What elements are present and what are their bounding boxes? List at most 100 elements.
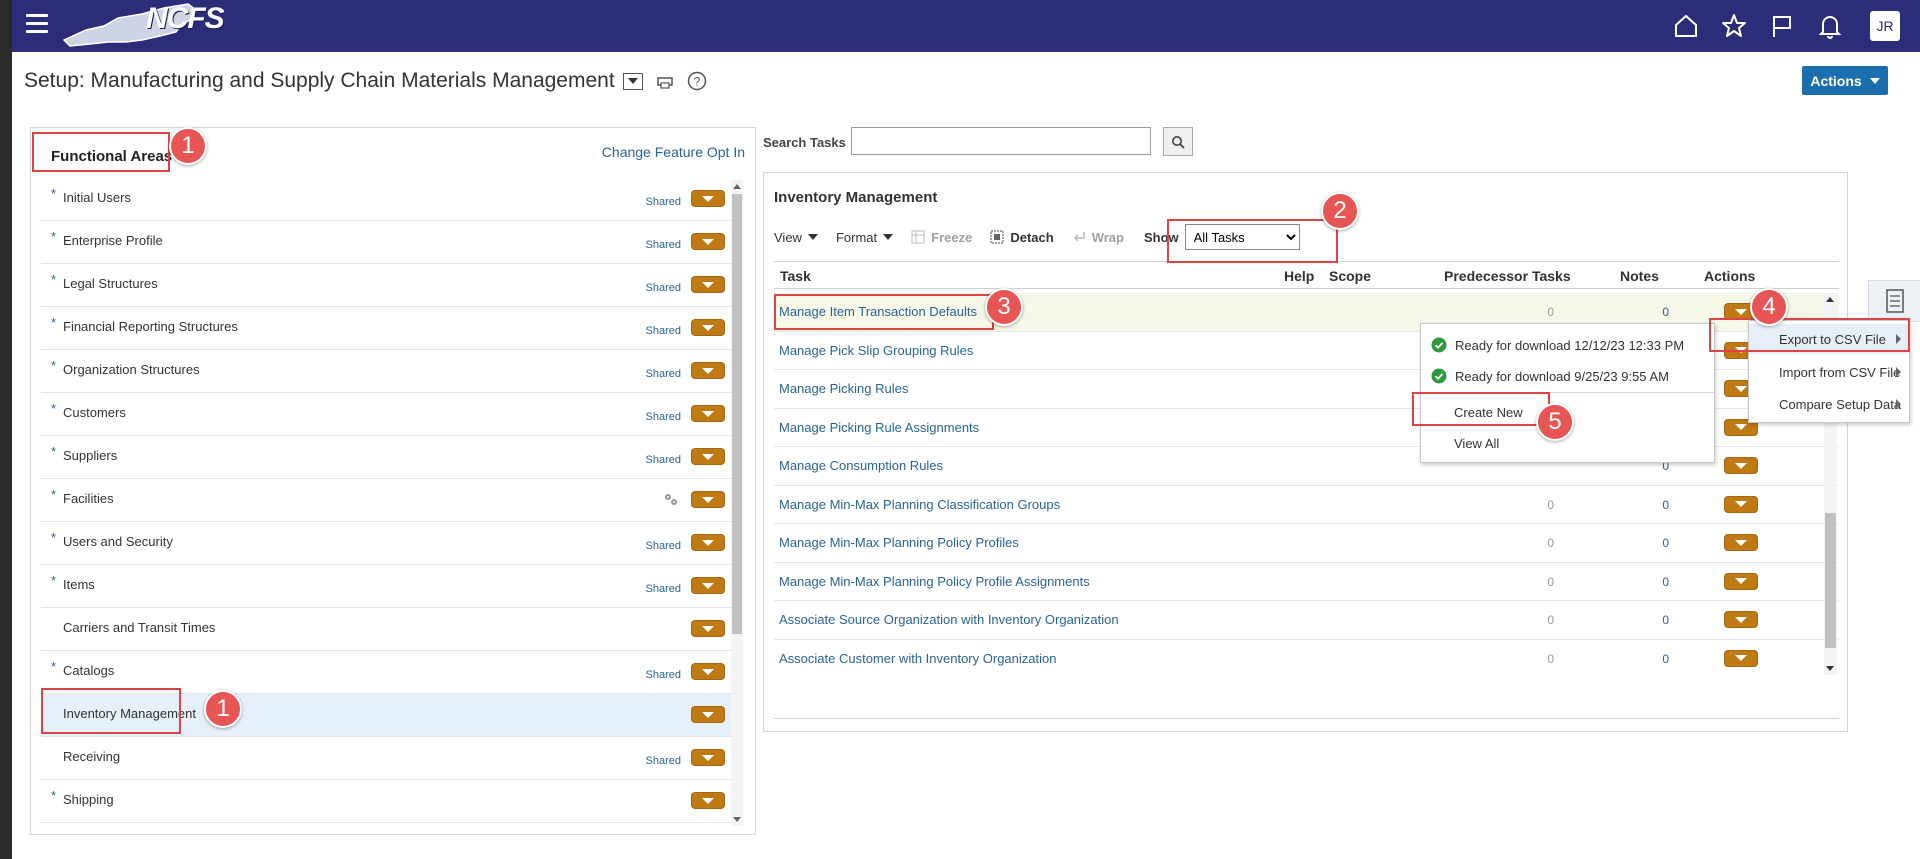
task-link[interactable]: Manage Item Transaction Defaults — [779, 304, 977, 319]
view-menu[interactable]: View — [774, 230, 818, 245]
change-feature-opt-in-link[interactable]: Change Feature Opt In — [602, 144, 745, 160]
row-actions-button[interactable] — [691, 749, 725, 766]
functional-area-item[interactable]: * Items Shared — [41, 565, 735, 608]
row-actions-button[interactable] — [691, 362, 725, 379]
row-actions-button[interactable] — [691, 448, 725, 465]
format-menu[interactable]: Format — [836, 230, 894, 245]
row-actions-button[interactable] — [691, 663, 725, 680]
task-actions-button[interactable] — [1724, 611, 1758, 628]
scroll-down-icon[interactable] — [733, 817, 741, 822]
row-actions-button[interactable] — [691, 405, 725, 422]
row-actions-button[interactable] — [691, 534, 725, 551]
download-menu: Ready for download 12/12/23 12:33 PM Rea… — [1420, 323, 1715, 463]
functional-area-item[interactable]: * Facilities — [41, 479, 735, 522]
actions-button-label: Actions — [1810, 72, 1862, 89]
notes-count[interactable]: 0 — [1569, 498, 1669, 512]
notes-count[interactable]: 0 — [1569, 305, 1669, 319]
download-item[interactable]: Ready for download 9/25/23 9:55 AM — [1421, 361, 1714, 391]
notes-count[interactable]: 0 — [1569, 652, 1669, 666]
task-link[interactable]: Manage Pick Slip Grouping Rules — [779, 343, 973, 358]
scroll-thumb[interactable] — [732, 194, 742, 634]
task-link[interactable]: Manage Min-Max Planning Policy Profiles — [779, 535, 1019, 550]
task-actions-button[interactable] — [1724, 495, 1758, 513]
bell-icon[interactable] — [1816, 12, 1844, 40]
detach-button[interactable]: Detach — [990, 230, 1054, 245]
compare-setup-data-menu-item[interactable]: Compare Setup Data — [1749, 389, 1909, 419]
functional-area-item[interactable]: Inventory Management — [41, 694, 735, 737]
freeze-label: Freeze — [931, 229, 973, 245]
functional-areas-scrollbar[interactable] — [731, 180, 743, 826]
column-header-task[interactable]: Task — [780, 268, 811, 284]
show-select[interactable]: All Tasks — [1184, 224, 1300, 250]
printer-icon[interactable] — [655, 71, 675, 91]
import-from-csv-menu-item[interactable]: Import from CSV File — [1749, 357, 1909, 387]
column-header-notes[interactable]: Notes — [1620, 268, 1659, 284]
help-icon[interactable]: ? — [687, 71, 707, 91]
annotation-badge-5: 5 — [1536, 403, 1574, 441]
notes-count[interactable]: 0 — [1569, 613, 1669, 627]
functional-area-item[interactable]: * Legal Structures Shared — [41, 264, 735, 307]
functional-area-item[interactable]: * Organization Structures Shared — [41, 350, 735, 393]
functional-area-item[interactable]: * Suppliers Shared — [41, 436, 735, 479]
hamburger-menu-icon[interactable] — [26, 14, 48, 34]
task-link[interactable]: Manage Min-Max Planning Classification G… — [779, 497, 1060, 512]
task-link[interactable]: Associate Customer with Inventory Organi… — [779, 651, 1056, 666]
export-to-csv-menu-item[interactable]: Export to CSV File — [1749, 324, 1909, 354]
functional-area-item[interactable]: Receiving Shared — [41, 737, 735, 780]
title-dropdown-button[interactable] — [622, 72, 643, 90]
row-actions-button[interactable] — [691, 233, 725, 250]
task-link[interactable]: Manage Picking Rule Assignments — [779, 420, 979, 435]
freeze-button[interactable]: Freeze — [911, 230, 972, 245]
task-actions-button[interactable] — [1724, 649, 1758, 667]
functional-area-item[interactable]: * Users and Security Shared — [41, 522, 735, 565]
row-actions-button[interactable] — [691, 620, 725, 637]
search-button[interactable] — [1163, 127, 1193, 156]
scroll-thumb[interactable] — [1825, 513, 1836, 648]
notes-count[interactable]: 0 — [1569, 575, 1669, 589]
chevron-right-icon — [1896, 334, 1901, 344]
task-link[interactable]: Associate Source Organization with Inven… — [779, 612, 1119, 627]
home-icon[interactable] — [1672, 12, 1700, 40]
functional-area-item[interactable]: Carriers and Transit Times — [41, 608, 735, 651]
task-link[interactable]: Manage Consumption Rules — [779, 458, 943, 473]
side-panel-tab[interactable] — [1868, 280, 1920, 322]
ncfs-logo[interactable]: NCFS — [56, 0, 225, 50]
functional-area-item[interactable]: * Initial Users Shared — [41, 178, 735, 221]
task-actions-button[interactable] — [1724, 457, 1758, 474]
row-actions-button[interactable] — [691, 491, 725, 508]
column-header-scope[interactable]: Scope — [1329, 268, 1371, 284]
scroll-up-icon[interactable] — [1826, 297, 1834, 302]
wrap-button[interactable]: Wrap — [1072, 230, 1124, 245]
row-actions-button[interactable] — [691, 319, 725, 336]
row-actions-button[interactable] — [691, 190, 725, 207]
star-icon[interactable] — [1720, 12, 1748, 40]
avatar[interactable]: JR — [1870, 11, 1900, 41]
search-tasks-input[interactable] — [851, 127, 1151, 155]
column-header-help[interactable]: Help — [1284, 268, 1314, 284]
row-actions-button[interactable] — [691, 706, 725, 723]
functional-area-item[interactable]: * Catalogs Shared — [41, 651, 735, 694]
flag-icon[interactable] — [1768, 12, 1796, 40]
functional-area-item[interactable]: * Shipping — [41, 780, 735, 823]
download-item[interactable]: Ready for download 12/12/23 12:33 PM — [1421, 330, 1714, 360]
scroll-down-icon[interactable] — [1826, 666, 1834, 671]
row-actions-button[interactable] — [691, 792, 725, 809]
task-link[interactable]: Manage Min-Max Planning Policy Profile A… — [779, 574, 1090, 589]
column-header-actions[interactable]: Actions — [1704, 268, 1755, 284]
functional-area-item[interactable]: * Enterprise Profile Shared — [41, 221, 735, 264]
row-actions-button[interactable] — [691, 577, 725, 594]
task-link[interactable]: Manage Picking Rules — [779, 381, 908, 396]
functional-area-item[interactable]: * Customers Shared — [41, 393, 735, 436]
functional-areas-list: * Initial Users Shared * Enterprise Profile S… — [41, 178, 735, 828]
row-actions-button[interactable] — [691, 276, 725, 293]
column-header-predecessor-tasks[interactable]: Predecessor Tasks — [1444, 268, 1571, 284]
notes-count[interactable]: 0 — [1569, 536, 1669, 550]
download-item-label: Ready for download 9/25/23 9:55 AM — [1455, 368, 1669, 384]
actions-button[interactable]: Actions — [1802, 66, 1888, 95]
task-actions-button[interactable] — [1724, 534, 1758, 551]
required-marker: * — [51, 229, 57, 244]
predecessor-count: 0 — [1547, 497, 1554, 512]
functional-area-item[interactable]: * Financial Reporting Structures Shared — [41, 307, 735, 350]
task-actions-button[interactable] — [1724, 572, 1758, 590]
scroll-up-icon[interactable] — [733, 184, 741, 189]
